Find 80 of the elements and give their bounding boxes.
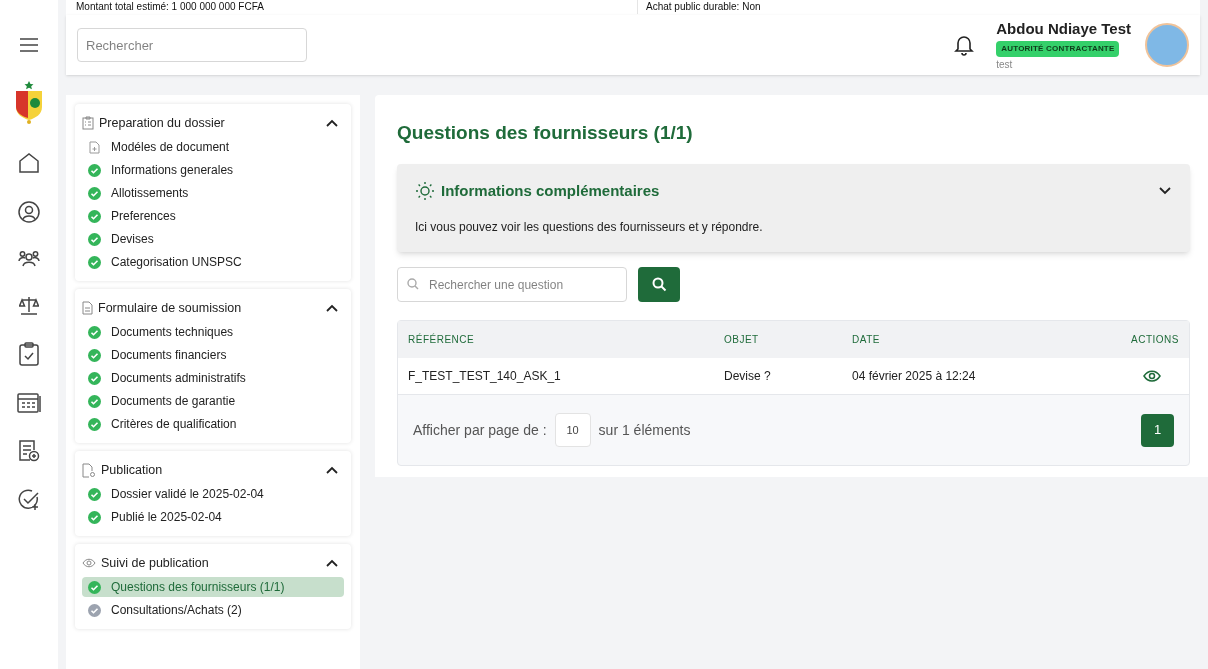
clipboard-check-icon[interactable] [19, 342, 39, 366]
check-circle-icon [88, 417, 101, 431]
section-title[interactable]: Formulaire de soumission [98, 298, 242, 318]
summary-text: Achat public durable: Non [645, 0, 761, 14]
check-circle-icon [88, 371, 101, 385]
chevron-icon[interactable] [326, 559, 338, 567]
check-circle-icon [88, 487, 101, 501]
step-item[interactable]: Preferences [82, 206, 344, 226]
column-header: DATE [852, 333, 881, 347]
table-cell-text: Devise ? [724, 368, 772, 385]
step-item[interactable]: Critères de qualification [82, 414, 344, 434]
search-icon [651, 277, 667, 292]
column-header: RÉFÉRENCE [408, 332, 476, 347]
coat-of-arms-icon[interactable] [13, 79, 45, 125]
step-item[interactable]: Devises [82, 229, 344, 249]
eye-icon [82, 558, 96, 568]
step-item[interactable]: Modéles de document [82, 137, 344, 157]
summary-text: Montant total estimé: 1 000 000 000 FCFA [66, 0, 638, 14]
section-title[interactable]: Suivi de publication [101, 553, 209, 573]
step-item[interactable]: Informations generales [82, 160, 344, 180]
step-item[interactable]: Documents administratifs [82, 368, 344, 388]
check-plus-icon[interactable] [18, 489, 40, 511]
step-item[interactable]: Questions des fournisseurs (1/1) [82, 577, 344, 597]
table-cell-text: F_TEST_TEST_140_ASK_1 [408, 368, 562, 385]
step-item[interactable]: Dossier validé le 2025-02-04 [82, 484, 344, 504]
question-search-field[interactable]: Rechercher une question [397, 267, 627, 302]
sun-icon [415, 180, 435, 201]
menu-icon[interactable] [20, 38, 38, 52]
view-icon[interactable] [1143, 370, 1161, 382]
column-header: OBJET [724, 333, 760, 347]
check-circle-icon [88, 394, 101, 408]
step-item[interactable]: Documents de garantie [82, 391, 344, 411]
check-circle-icon [88, 510, 101, 524]
document-icon [89, 140, 100, 154]
user-name: Abdou Ndiaye Test [996, 19, 1131, 40]
check-circle-icon [88, 603, 101, 617]
page-button[interactable]: 1 [1141, 413, 1174, 447]
section-title[interactable]: Publication [101, 460, 163, 480]
check-circle-icon [88, 580, 101, 594]
home-icon[interactable] [18, 152, 40, 174]
table-cell-text: 04 février 2025 à 12:24 [852, 368, 977, 385]
search-icon [407, 278, 419, 290]
step-item[interactable]: Consultations/Achats (2) [82, 600, 344, 620]
clipboard-icon [82, 116, 94, 130]
balance-icon[interactable] [19, 295, 39, 315]
document-plus-icon[interactable] [18, 440, 40, 462]
file-icon [82, 301, 93, 315]
info-title: Informations complémentaires [441, 180, 660, 201]
check-circle-icon [88, 186, 101, 200]
bell-icon[interactable] [954, 34, 975, 56]
chevron-icon[interactable] [1158, 186, 1172, 196]
column-header: ACTIONS [1130, 333, 1179, 347]
search-button[interactable] [638, 267, 680, 302]
info-text: Ici vous pouvez voir les questions des fournisseurs et y répondre. [415, 219, 764, 236]
step-item[interactable]: Documents techniques [82, 322, 344, 342]
per-page-label: Afficher par page de : [413, 420, 547, 440]
check-circle-icon [88, 255, 101, 269]
check-circle-icon [88, 163, 101, 177]
total-count: sur 1 éléments [598, 420, 691, 440]
check-circle-icon [88, 232, 101, 246]
user-login: test [996, 57, 1013, 72]
step-item[interactable]: Allotissements [82, 183, 344, 203]
search-field[interactable]: Rechercher [77, 28, 307, 62]
chevron-icon[interactable] [326, 466, 338, 474]
user-icon[interactable] [18, 201, 40, 223]
chevron-icon[interactable] [326, 119, 338, 127]
step-item[interactable]: Publié le 2025-02-04 [82, 507, 344, 527]
check-circle-icon [88, 209, 101, 223]
check-circle-icon [88, 348, 101, 362]
check-circle-icon [88, 325, 101, 339]
per-page-field[interactable]: 10 [554, 413, 591, 447]
chevron-icon[interactable] [326, 304, 338, 312]
section-title[interactable]: Preparation du dossier [99, 113, 225, 133]
step-item[interactable]: Documents financiers [82, 345, 344, 365]
file-gear-icon [82, 462, 96, 478]
team-icon[interactable] [18, 250, 40, 268]
role-badge: AUTORITÉ CONTRACTANTE [996, 40, 1120, 57]
page-title: Questions des fournisseurs (1/1) [397, 121, 694, 145]
spreadsheet-icon[interactable] [17, 393, 41, 413]
step-item[interactable]: Categorisation UNSPSC [82, 252, 344, 272]
